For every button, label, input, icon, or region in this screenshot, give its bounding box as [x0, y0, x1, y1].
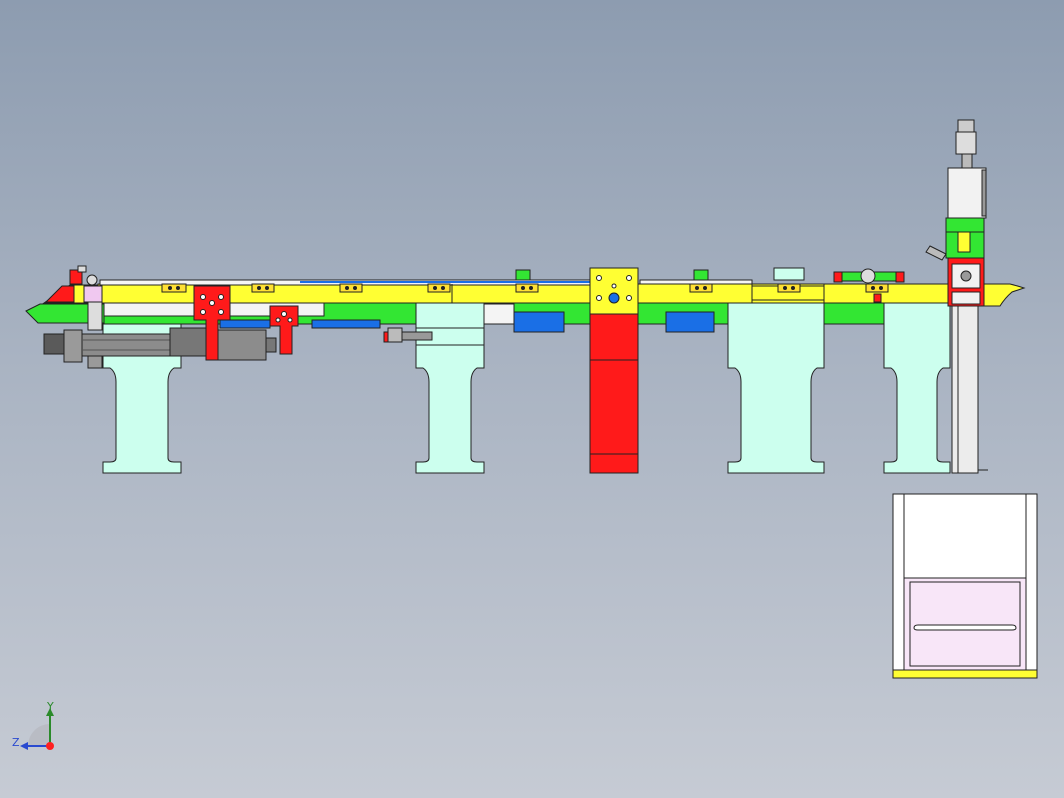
- sensor-strip-2: [311, 319, 381, 329]
- triad-z-label: Z: [12, 736, 20, 749]
- cad-viewport[interactable]: Y Z: [0, 0, 1064, 798]
- sensor-strip-1: [219, 319, 271, 329]
- section-view-panel: [892, 493, 1038, 679]
- triad-y-label: Y: [46, 700, 54, 713]
- top-cover-plate: [773, 267, 805, 281]
- sensor-box-1: [513, 311, 565, 333]
- top-red-block-b: [895, 271, 905, 283]
- rail-clamps: [161, 283, 889, 293]
- support-pedestal-3: [727, 301, 825, 474]
- support-pedestal-4: [883, 301, 951, 474]
- top-red-block-a: [833, 271, 843, 283]
- coordinate-triad-icon: Y Z: [12, 700, 54, 750]
- support-pedestal-2: [415, 301, 485, 474]
- top-knob: [860, 268, 876, 284]
- small-red-tag: [873, 293, 882, 303]
- top-green-mounts: [515, 269, 903, 282]
- sensor-box-2: [665, 311, 715, 333]
- assembly-drawing: Y Z: [12, 119, 1038, 750]
- support-pedestal-1: [102, 301, 182, 474]
- center-stop-column: [589, 267, 639, 474]
